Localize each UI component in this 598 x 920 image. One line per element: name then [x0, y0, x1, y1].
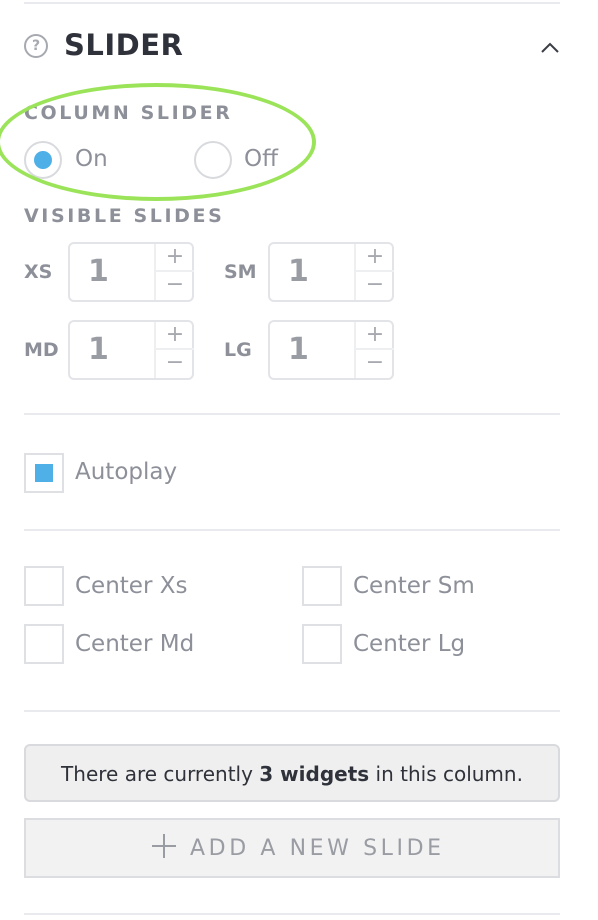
add-slide-label: ADD A NEW SLIDE — [190, 836, 445, 861]
size-label-xs: XS — [24, 261, 53, 283]
top-divider — [24, 2, 560, 4]
increment-button[interactable]: + — [156, 322, 194, 350]
decrement-button[interactable]: − — [156, 350, 194, 378]
decrement-button[interactable]: − — [356, 272, 394, 300]
center-md-checkbox[interactable] — [24, 624, 64, 664]
section-divider — [24, 413, 560, 415]
center-sm-checkbox[interactable] — [302, 566, 342, 606]
stepper-value[interactable]: 1 — [88, 332, 109, 367]
center-md-label[interactable]: Center Md — [75, 631, 194, 657]
center-xs-label[interactable]: Center Xs — [75, 573, 187, 599]
stepper-value[interactable]: 1 — [88, 254, 109, 289]
center-xs-checkbox[interactable] — [24, 566, 64, 606]
stepper-lg[interactable]: 1 + − — [268, 320, 394, 380]
highlight-annotation — [0, 83, 316, 201]
stepper-md[interactable]: 1 + − — [68, 320, 194, 380]
center-lg-checkbox[interactable] — [302, 624, 342, 664]
size-label-sm: SM — [224, 261, 257, 283]
size-label-md: MD — [24, 339, 59, 361]
section-divider — [24, 529, 560, 531]
widget-count-message: There are currently 3 widgets in this co… — [24, 744, 560, 802]
stepper-value[interactable]: 1 — [288, 332, 309, 367]
chevron-up-icon[interactable] — [538, 36, 562, 60]
center-sm-label[interactable]: Center Sm — [353, 573, 475, 599]
add-slide-button[interactable]: ADD A NEW SLIDE — [24, 818, 560, 878]
center-lg-label[interactable]: Center Lg — [353, 631, 465, 657]
plus-icon — [152, 834, 176, 858]
increment-button[interactable]: + — [156, 244, 194, 272]
info-prefix: There are currently — [61, 762, 260, 786]
section-divider — [24, 710, 560, 712]
info-suffix: in this column. — [369, 762, 523, 786]
stepper-sm[interactable]: 1 + − — [268, 242, 394, 302]
widget-count: 3 widgets — [259, 762, 370, 786]
question-circle-icon[interactable]: ? — [24, 34, 48, 58]
visible-slides-label: VISIBLE SLIDES — [24, 205, 225, 227]
decrement-button[interactable]: − — [156, 272, 194, 300]
panel-title: SLIDER — [64, 28, 184, 62]
increment-button[interactable]: + — [356, 322, 394, 350]
increment-button[interactable]: + — [356, 244, 394, 272]
bottom-divider — [24, 913, 560, 915]
autoplay-label[interactable]: Autoplay — [75, 459, 177, 485]
decrement-button[interactable]: − — [356, 350, 394, 378]
stepper-xs[interactable]: 1 + − — [68, 242, 194, 302]
autoplay-checkbox[interactable] — [24, 453, 64, 493]
stepper-value[interactable]: 1 — [288, 254, 309, 289]
size-label-lg: LG — [224, 339, 252, 361]
checkbox-checked-fill — [35, 464, 53, 482]
